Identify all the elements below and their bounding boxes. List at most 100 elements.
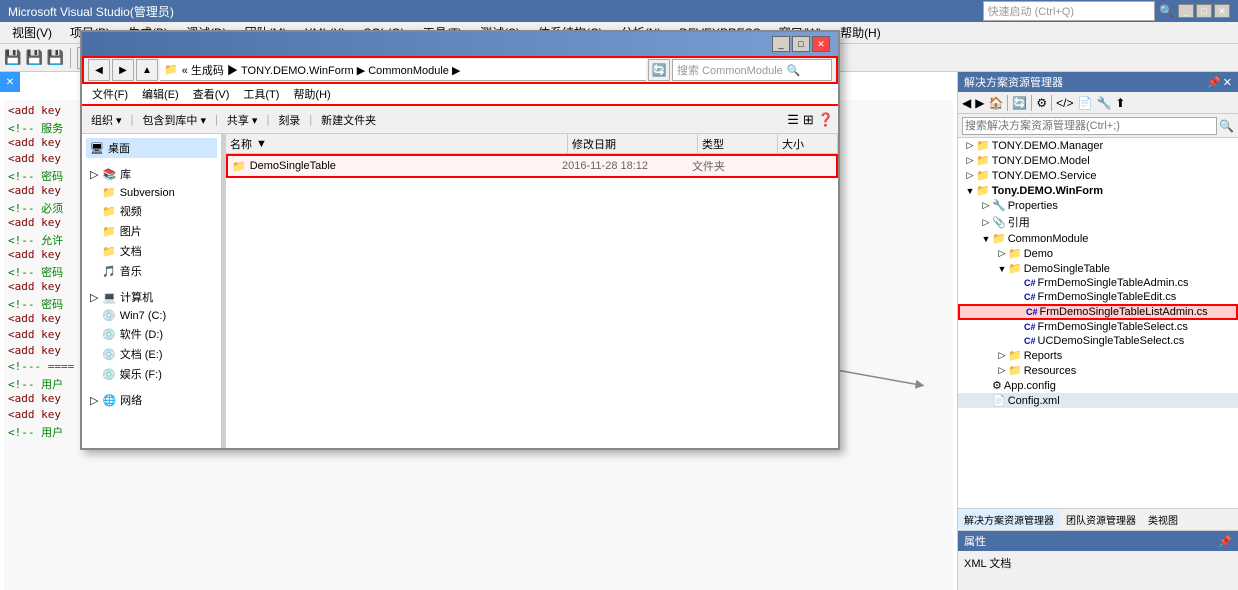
fb-sidebar-desktop[interactable]: 🖥 桌面 bbox=[86, 138, 217, 158]
fb-help-icon[interactable]: ❓ bbox=[818, 112, 834, 128]
tree-item-ucselect[interactable]: C# UCDemoSingleTableSelect.cs bbox=[958, 334, 1238, 348]
fb-menu-help[interactable]: 帮助(H) bbox=[287, 84, 336, 104]
expand-icon[interactable]: ▷ bbox=[996, 365, 1008, 377]
fb-sidebar-music[interactable]: 🎵 音乐 bbox=[86, 261, 217, 281]
minimize-button[interactable]: _ bbox=[1178, 4, 1194, 18]
tree-item-listadmin[interactable]: C# FrmDemoSingleTableListAdmin.cs bbox=[958, 304, 1238, 320]
tree-item-model[interactable]: ▷ 📁 TONY.DEMO.Model bbox=[958, 153, 1238, 168]
fb-view-icon[interactable]: ☰ bbox=[787, 112, 799, 128]
fb-sidebar-subversion[interactable]: 📁 Subversion bbox=[86, 184, 217, 201]
expand-icon[interactable]: ▼ bbox=[996, 263, 1008, 275]
tree-item-reports[interactable]: ▷ 📁 Reports bbox=[958, 348, 1238, 363]
solution-search-input[interactable] bbox=[962, 117, 1217, 135]
fb-menu-view[interactable]: 查看(V) bbox=[187, 84, 236, 104]
solution-toolbar: ◀ ▶ 🏠 🔄 ⚙ </> 📄 🔧 ⬆ bbox=[958, 92, 1238, 114]
sol-props-icon[interactable]: 🔧 bbox=[1094, 96, 1113, 110]
comp-expand-icon[interactable]: ▷ bbox=[90, 291, 98, 304]
expand-icon[interactable]: ▼ bbox=[980, 233, 992, 245]
fb-address-bar[interactable]: 📁 « 生成码 ▶ TONY.DEMO.WinForm ▶ CommonModu… bbox=[160, 59, 646, 81]
fb-share-btn[interactable]: 共享 ▾ bbox=[222, 109, 263, 131]
tree-item-service[interactable]: ▷ 📁 TONY.DEMO.Service bbox=[958, 168, 1238, 183]
restore-button[interactable]: □ bbox=[1196, 4, 1212, 18]
expand-icon[interactable]: ▷ bbox=[964, 155, 976, 167]
fb-view-icon2[interactable]: ⊞ bbox=[803, 112, 814, 128]
tree-item-resources[interactable]: ▷ 📁 Resources bbox=[958, 363, 1238, 378]
fb-sidebar-d-drive[interactable]: 💿 软件 (D:) bbox=[86, 324, 217, 344]
fb-menu-file[interactable]: 文件(F) bbox=[86, 84, 134, 104]
fb-menu-bar: 文件(F) 编辑(E) 查看(V) 工具(T) 帮助(H) bbox=[82, 84, 838, 106]
col-type[interactable]: 类型 bbox=[698, 134, 778, 153]
fb-sidebar-network[interactable]: ▷ 🌐 网络 bbox=[86, 390, 217, 410]
fb-search-bar[interactable]: 搜索 CommonModule 🔍 bbox=[672, 59, 832, 81]
tree-item-winform[interactable]: ▼ 📁 Tony.DEMO.WinForm bbox=[958, 183, 1238, 198]
expand-icon[interactable]: ▷ bbox=[964, 170, 976, 182]
fb-maximize-button[interactable]: □ bbox=[792, 36, 810, 52]
fb-minimize-button[interactable]: _ bbox=[772, 36, 790, 52]
sol-back-icon[interactable]: ◀ bbox=[960, 96, 973, 110]
tree-item-commonmodule[interactable]: ▼ 📁 CommonModule bbox=[958, 231, 1238, 246]
fb-sidebar-pictures[interactable]: 📁 图片 bbox=[86, 221, 217, 241]
panel-close-icon[interactable]: ✕ bbox=[1223, 76, 1232, 89]
tree-item-appconfig[interactable]: ⚙ App.config bbox=[958, 378, 1238, 393]
cs-icon: C# bbox=[1026, 307, 1038, 317]
fb-forward-button[interactable]: ▶ bbox=[112, 59, 134, 81]
expand-icon[interactable]: ▷ bbox=[980, 216, 992, 228]
tree-item-select[interactable]: C# FrmDemoSingleTableSelect.cs bbox=[958, 320, 1238, 334]
col-name[interactable]: 名称 ▼ bbox=[226, 134, 568, 153]
fb-newfolder-btn[interactable]: 新建文件夹 bbox=[316, 109, 381, 131]
sol-home-icon[interactable]: 🏠 bbox=[986, 96, 1005, 110]
sol-refresh-icon[interactable]: 🔄 bbox=[1010, 96, 1029, 110]
properties-pin-icon[interactable]: 📌 bbox=[1218, 535, 1232, 548]
tree-label: FrmDemoSingleTableSelect.cs bbox=[1038, 321, 1188, 333]
expand-winform-icon[interactable]: ▼ bbox=[964, 185, 976, 197]
menu-view[interactable]: 视图(V) bbox=[4, 22, 60, 43]
fb-file-demosingletable[interactable]: 📁 DemoSingleTable 2016-11-28 18:12 文件夹 bbox=[226, 154, 838, 178]
network-expand-icon[interactable]: ▷ bbox=[90, 394, 98, 407]
expand-icon[interactable]: ▷ bbox=[996, 350, 1008, 362]
sol-code-icon[interactable]: </> bbox=[1054, 96, 1075, 110]
panel-pin-icon[interactable]: 📌 bbox=[1207, 76, 1221, 89]
sol-forward-icon[interactable]: ▶ bbox=[973, 96, 986, 110]
expand-icon[interactable]: ▷ bbox=[980, 200, 992, 212]
fb-sidebar-computer[interactable]: ▷ 💻 计算机 bbox=[86, 287, 217, 307]
fb-sidebar-video[interactable]: 📁 视频 bbox=[86, 201, 217, 221]
col-date[interactable]: 修改日期 bbox=[568, 134, 698, 153]
expand-icon[interactable]: ▷ bbox=[964, 140, 976, 152]
fb-burn-btn[interactable]: 刻录 bbox=[273, 109, 305, 131]
close-button[interactable]: ✕ bbox=[1214, 4, 1230, 18]
tree-item-admin[interactable]: C# FrmDemoSingleTableAdmin.cs bbox=[958, 276, 1238, 290]
tab-solution-explorer[interactable]: 解决方案资源管理器 bbox=[958, 510, 1060, 529]
tab-class-view[interactable]: 类视图 bbox=[1142, 510, 1184, 529]
fb-include-btn[interactable]: 包含到库中 ▾ bbox=[137, 109, 211, 131]
solution-tree[interactable]: ▷ 📁 TONY.DEMO.Manager ▷ 📁 TONY.DEMO.Mode… bbox=[958, 138, 1238, 508]
fb-sidebar-e-drive[interactable]: 💿 文档 (E:) bbox=[86, 344, 217, 364]
tree-item-edit[interactable]: C# FrmDemoSingleTableEdit.cs bbox=[958, 290, 1238, 304]
fb-sidebar-lib[interactable]: ▷ 📚 库 bbox=[86, 164, 217, 184]
fb-sidebar-f-drive[interactable]: 💿 娱乐 (F:) bbox=[86, 364, 217, 384]
fb-nav-refresh-button[interactable]: 🔄 bbox=[648, 59, 670, 81]
tree-item-references[interactable]: ▷ 📎 引用 bbox=[958, 213, 1238, 231]
tree-item-demosingletable[interactable]: ▼ 📁 DemoSingleTable bbox=[958, 261, 1238, 276]
fb-organize-btn[interactable]: 组织 ▾ bbox=[86, 109, 127, 131]
tree-item-configxml[interactable]: 📄 Config.xml bbox=[958, 393, 1238, 408]
menu-help[interactable]: 帮助(H) bbox=[832, 22, 889, 43]
lib-expand-icon[interactable]: ▷ bbox=[90, 168, 98, 181]
sol-expand-icon[interactable]: ⬆ bbox=[1113, 96, 1127, 110]
tree-item-properties[interactable]: ▷ 🔧 Properties bbox=[958, 198, 1238, 213]
quick-launch-input[interactable]: 快速启动 (Ctrl+Q) bbox=[983, 1, 1155, 21]
fb-up-button[interactable]: ▲ bbox=[136, 59, 158, 81]
col-size[interactable]: 大小 bbox=[778, 134, 838, 153]
tree-item-demo[interactable]: ▷ 📁 Demo bbox=[958, 246, 1238, 261]
expand-icon[interactable]: ▷ bbox=[996, 248, 1008, 260]
tab-team-explorer[interactable]: 团队资源管理器 bbox=[1060, 510, 1142, 529]
fb-menu-edit[interactable]: 编辑(E) bbox=[136, 84, 185, 104]
fb-back-button[interactable]: ◀ bbox=[88, 59, 110, 81]
fb-menu-tools[interactable]: 工具(T) bbox=[237, 84, 285, 104]
fb-sidebar-c-drive[interactable]: 💿 Win7 (C:) bbox=[86, 307, 217, 324]
fb-sidebar-docs[interactable]: 📁 文档 bbox=[86, 241, 217, 261]
sol-file-icon[interactable]: 📄 bbox=[1076, 96, 1095, 110]
tree-item-manager[interactable]: ▷ 📁 TONY.DEMO.Manager bbox=[958, 138, 1238, 153]
sol-filter-icon[interactable]: ⚙ bbox=[1034, 96, 1049, 110]
close-tab-button[interactable]: ✕ bbox=[0, 72, 20, 92]
fb-close-button[interactable]: ✕ bbox=[812, 36, 830, 52]
